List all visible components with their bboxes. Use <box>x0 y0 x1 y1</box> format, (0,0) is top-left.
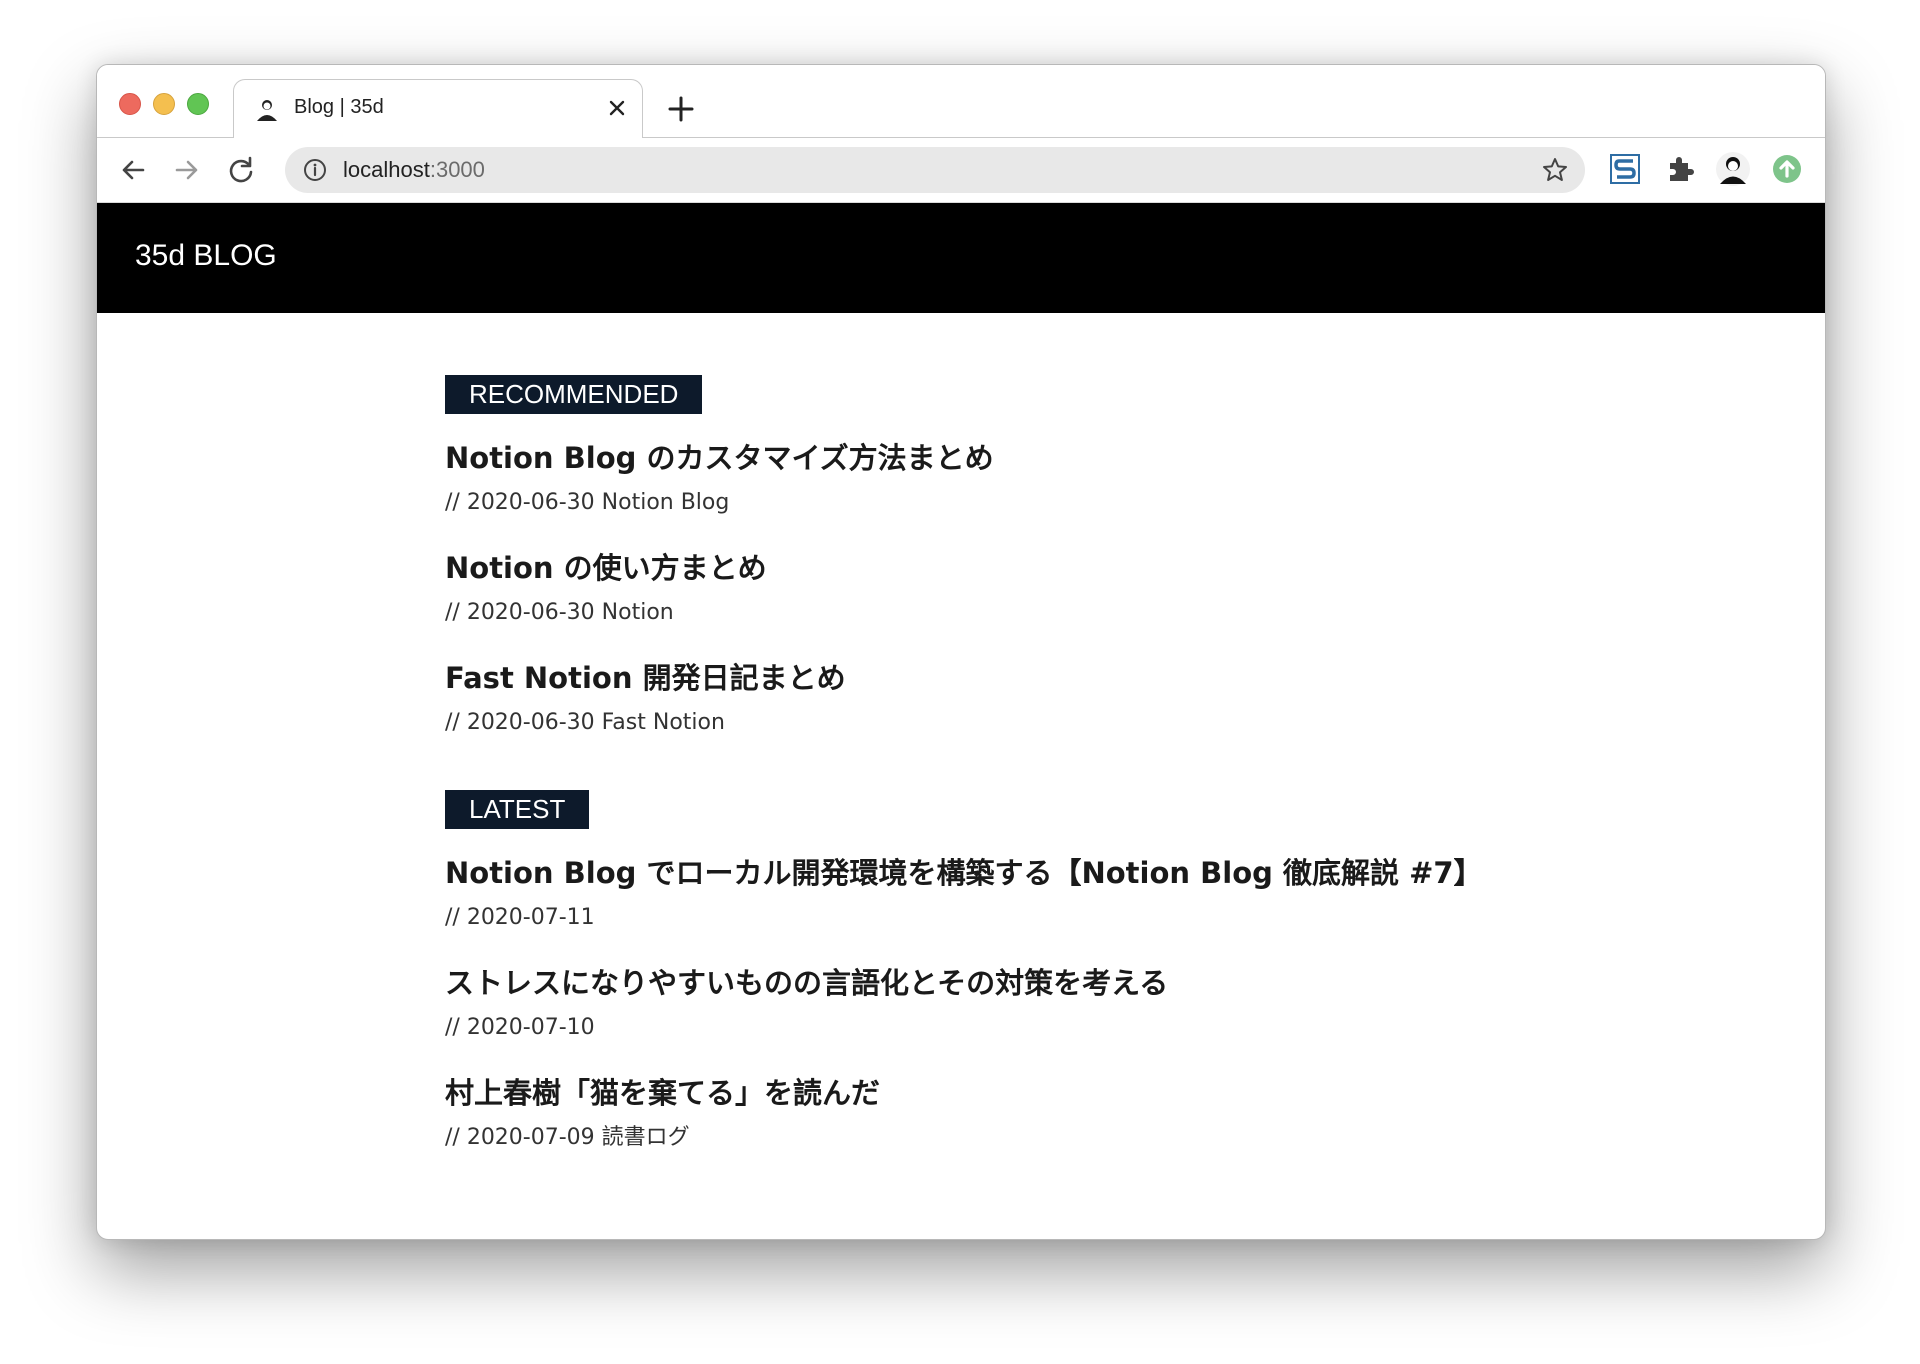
post-item: Fast Notion 開発日記まとめ // 2020-06-30 Fast N… <box>445 658 1545 738</box>
close-window-button[interactable] <box>119 93 141 115</box>
close-icon[interactable] <box>606 97 628 119</box>
tab-blog[interactable]: Blog | 35d <box>233 79 643 138</box>
post-item: 村上春樹「猫を棄てる」を読んだ // 2020-07-09 読書ログ <box>445 1073 1545 1153</box>
url-port: :3000 <box>429 157 485 182</box>
browser-toolbar: localhost:3000 <box>97 138 1825 203</box>
s-extension-icon[interactable] <box>1607 151 1643 187</box>
avatar-favicon-icon <box>257 100 277 121</box>
puzzle-icon[interactable] <box>1662 151 1698 187</box>
post-item: Notion の使い方まとめ // 2020-06-30 Notion <box>445 548 1545 628</box>
post-title-link[interactable]: Fast Notion 開発日記まとめ <box>445 658 1545 698</box>
browser-window: Blog | 35d localhost:3000 35d BLOG RECOM… <box>96 64 1826 1240</box>
post-meta: // 2020-07-09 読書ログ <box>445 1125 690 1150</box>
url-text[interactable]: localhost:3000 <box>343 157 485 183</box>
post-meta: // 2020-06-30 Notion Blog <box>445 490 730 515</box>
tab-bar: Blog | 35d <box>97 65 1825 138</box>
star-icon[interactable] <box>1541 156 1569 184</box>
minimize-window-button[interactable] <box>153 93 175 115</box>
post-item: ストレスになりやすいものの言語化とその対策を考える // 2020-07-10 <box>445 963 1545 1043</box>
info-icon[interactable] <box>303 158 327 182</box>
tab-title: Blog | 35d <box>294 96 384 118</box>
post-meta: // 2020-06-30 Notion <box>445 600 674 625</box>
recommended-section: RECOMMENDED Notion Blog のカスタマイズ方法まとめ // … <box>445 375 1545 738</box>
main-content: RECOMMENDED Notion Blog のカスタマイズ方法まとめ // … <box>445 375 1545 1205</box>
post-title-link[interactable]: Notion Blog のカスタマイズ方法まとめ <box>445 438 1545 478</box>
post-title-link[interactable]: Notion Blog でローカル開発環境を構築する【Notion Blog 徹… <box>445 853 1545 893</box>
avatar-icon[interactable] <box>1715 151 1751 187</box>
post-item: Notion Blog のカスタマイズ方法まとめ // 2020-06-30 N… <box>445 438 1545 518</box>
reload-icon[interactable] <box>225 154 257 186</box>
post-item: Notion Blog でローカル開発環境を構築する【Notion Blog 徹… <box>445 853 1545 933</box>
post-title-link[interactable]: 村上春樹「猫を棄てる」を読んだ <box>445 1073 1545 1113</box>
section-label-recommended: RECOMMENDED <box>445 375 703 414</box>
address-bar[interactable]: localhost:3000 <box>285 147 1585 193</box>
arrow-right-icon[interactable] <box>171 154 203 186</box>
url-host: localhost <box>343 157 430 182</box>
new-tab-plus-icon[interactable] <box>667 95 695 123</box>
arrow-left-icon[interactable] <box>117 154 149 186</box>
upload-icon[interactable] <box>1769 151 1805 187</box>
section-label-latest: LATEST <box>445 790 590 829</box>
site-header: 35d BLOG <box>97 203 1825 313</box>
post-title-link[interactable]: Notion の使い方まとめ <box>445 548 1545 588</box>
site-title-link[interactable]: 35d BLOG <box>135 239 277 273</box>
post-meta: // 2020-07-10 <box>445 1015 595 1040</box>
maximize-window-button[interactable] <box>187 93 209 115</box>
post-meta: // 2020-07-11 <box>445 905 595 930</box>
post-meta: // 2020-06-30 Fast Notion <box>445 710 725 735</box>
latest-section: LATEST Notion Blog でローカル開発環境を構築する【Notion… <box>445 790 1545 1153</box>
post-title-link[interactable]: ストレスになりやすいものの言語化とその対策を考える <box>445 963 1545 1003</box>
